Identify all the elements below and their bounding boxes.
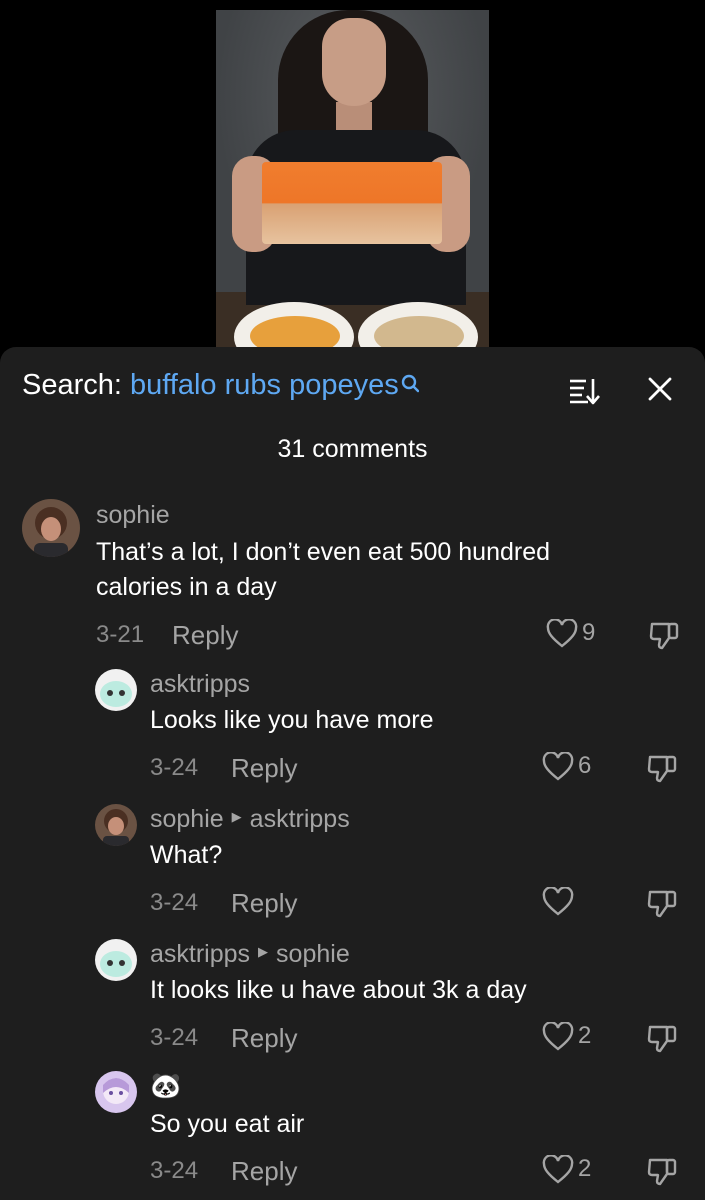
reply-button[interactable]: Reply [231, 888, 297, 919]
like-count: 9 [582, 619, 596, 646]
video-neck [336, 102, 372, 132]
username-text[interactable]: sophie [96, 501, 170, 529]
comments-sheet: Search: buffalo rubs popeyes 31 comments [0, 347, 705, 1200]
avatar[interactable] [95, 669, 137, 711]
reply-arrow-icon: ▶ [231, 809, 242, 825]
reply-button[interactable]: Reply [231, 753, 297, 784]
heart-icon [542, 1022, 574, 1051]
search-query[interactable]: buffalo rubs popeyes [130, 369, 399, 401]
comment-username[interactable]: asktripps ▶ sophie [150, 940, 350, 969]
dislike-icon[interactable] [646, 1022, 678, 1054]
avatar[interactable] [22, 499, 80, 557]
comments-count: 31 comments [277, 435, 428, 463]
avatar[interactable] [95, 804, 137, 846]
comment-date: 3-24 [150, 1157, 199, 1184]
like-button[interactable]: 2 [542, 1155, 602, 1185]
comment-date: 3-24 [150, 1024, 199, 1051]
dislike-icon[interactable] [646, 752, 678, 784]
comment-text: It looks like u have about 3k a day [150, 976, 527, 1004]
comment-username[interactable]: asktripps [150, 670, 250, 699]
reply-to-username[interactable]: sophie [276, 940, 350, 968]
heart-icon [542, 887, 574, 916]
search-prefix: Search: [22, 369, 122, 401]
reply-button[interactable]: Reply [172, 620, 238, 651]
like-count: 2 [578, 1022, 592, 1049]
reply-button[interactable]: Reply [231, 1023, 297, 1054]
username-text[interactable]: asktripps [150, 940, 250, 968]
comment-date: 3-21 [96, 621, 145, 648]
reply-arrow-icon: ▶ [258, 944, 269, 960]
comment-text: So you eat air [150, 1110, 305, 1138]
video-food-box [262, 162, 442, 244]
comment-text: Looks like you have more [150, 706, 434, 734]
dislike-icon[interactable] [646, 1155, 678, 1187]
username-text[interactable]: sophie [150, 805, 224, 833]
avatar[interactable] [95, 1071, 137, 1113]
comments-header: Search: buffalo rubs popeyes [0, 347, 705, 427]
video-face [322, 18, 386, 106]
comment-text: That’s a lot, I don’t even eat 500 hundr… [96, 538, 551, 601]
like-button[interactable]: 9 [546, 619, 606, 649]
reply-button[interactable]: Reply [231, 1156, 297, 1187]
like-count: 2 [578, 1155, 592, 1182]
heart-icon [546, 619, 578, 648]
like-button[interactable]: 6 [542, 752, 602, 782]
username-text[interactable]: 🐼 [150, 1072, 181, 1100]
comment-text: What? [150, 841, 223, 869]
like-button[interactable]: 2 [542, 1022, 602, 1052]
sort-icon[interactable] [566, 373, 602, 409]
like-count: 6 [578, 752, 592, 779]
comment-date: 3-24 [150, 889, 199, 916]
search-icon[interactable] [401, 371, 419, 393]
like-button[interactable] [542, 887, 602, 917]
avatar[interactable] [95, 939, 137, 981]
comment-username[interactable]: sophie [96, 501, 170, 530]
comment-date: 3-24 [150, 754, 199, 781]
close-icon[interactable] [642, 371, 678, 407]
username-text[interactable]: asktripps [150, 670, 250, 698]
search-link[interactable]: Search: buffalo rubs popeyes [22, 369, 419, 402]
heart-icon [542, 1155, 574, 1184]
heart-icon [542, 752, 574, 781]
video-preview[interactable] [216, 10, 489, 355]
comment-username[interactable]: sophie ▶ asktripps [150, 805, 350, 834]
comment-username[interactable]: 🐼 [150, 1072, 181, 1101]
dislike-icon[interactable] [648, 619, 680, 651]
dislike-icon[interactable] [646, 887, 678, 919]
reply-to-username[interactable]: asktripps [250, 805, 350, 833]
